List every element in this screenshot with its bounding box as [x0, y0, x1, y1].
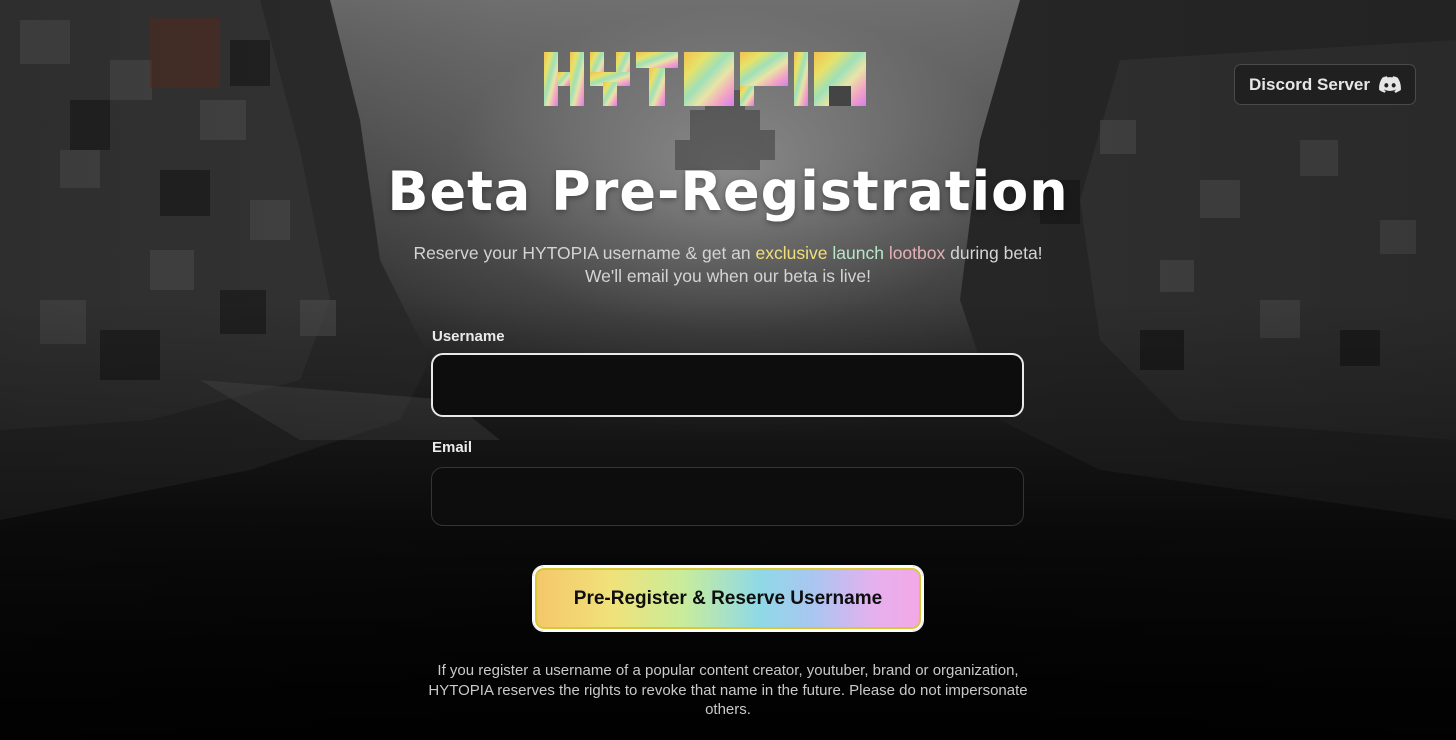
highlight-launch: launch: [832, 243, 884, 263]
page-title: Beta Pre-Registration: [387, 160, 1069, 223]
page-background: Discord Server Beta Pre-Registration Res…: [0, 0, 1456, 740]
subtitle-text-end: during beta!: [945, 243, 1043, 263]
hytopia-logo: [544, 52, 866, 106]
subtitle-text: Reserve your HYTOPIA username & get an: [413, 243, 756, 263]
discord-icon: [1379, 76, 1401, 93]
username-label: Username: [432, 328, 505, 345]
pre-register-label: Pre-Register & Reserve Username: [573, 587, 883, 609]
discord-label: Discord Server: [1249, 74, 1370, 94]
username-input[interactable]: [431, 353, 1024, 417]
highlight-exclusive: exclusive: [755, 243, 828, 263]
subtitle-line-1: Reserve your HYTOPIA username & get an e…: [0, 242, 1456, 265]
email-input[interactable]: [431, 467, 1024, 526]
pre-register-button[interactable]: Pre-Register & Reserve Username: [533, 566, 923, 631]
email-label: Email: [432, 439, 473, 456]
highlight-lootbox: lootbox: [888, 243, 946, 263]
disclaimer-text: If you register a username of a popular …: [428, 662, 1028, 718]
discord-server-button[interactable]: Discord Server: [1234, 64, 1416, 105]
page-subtitle: Reserve your HYTOPIA username & get an e…: [0, 242, 1456, 288]
subtitle-line-2: We'll email you when our beta is live!: [584, 266, 872, 286]
